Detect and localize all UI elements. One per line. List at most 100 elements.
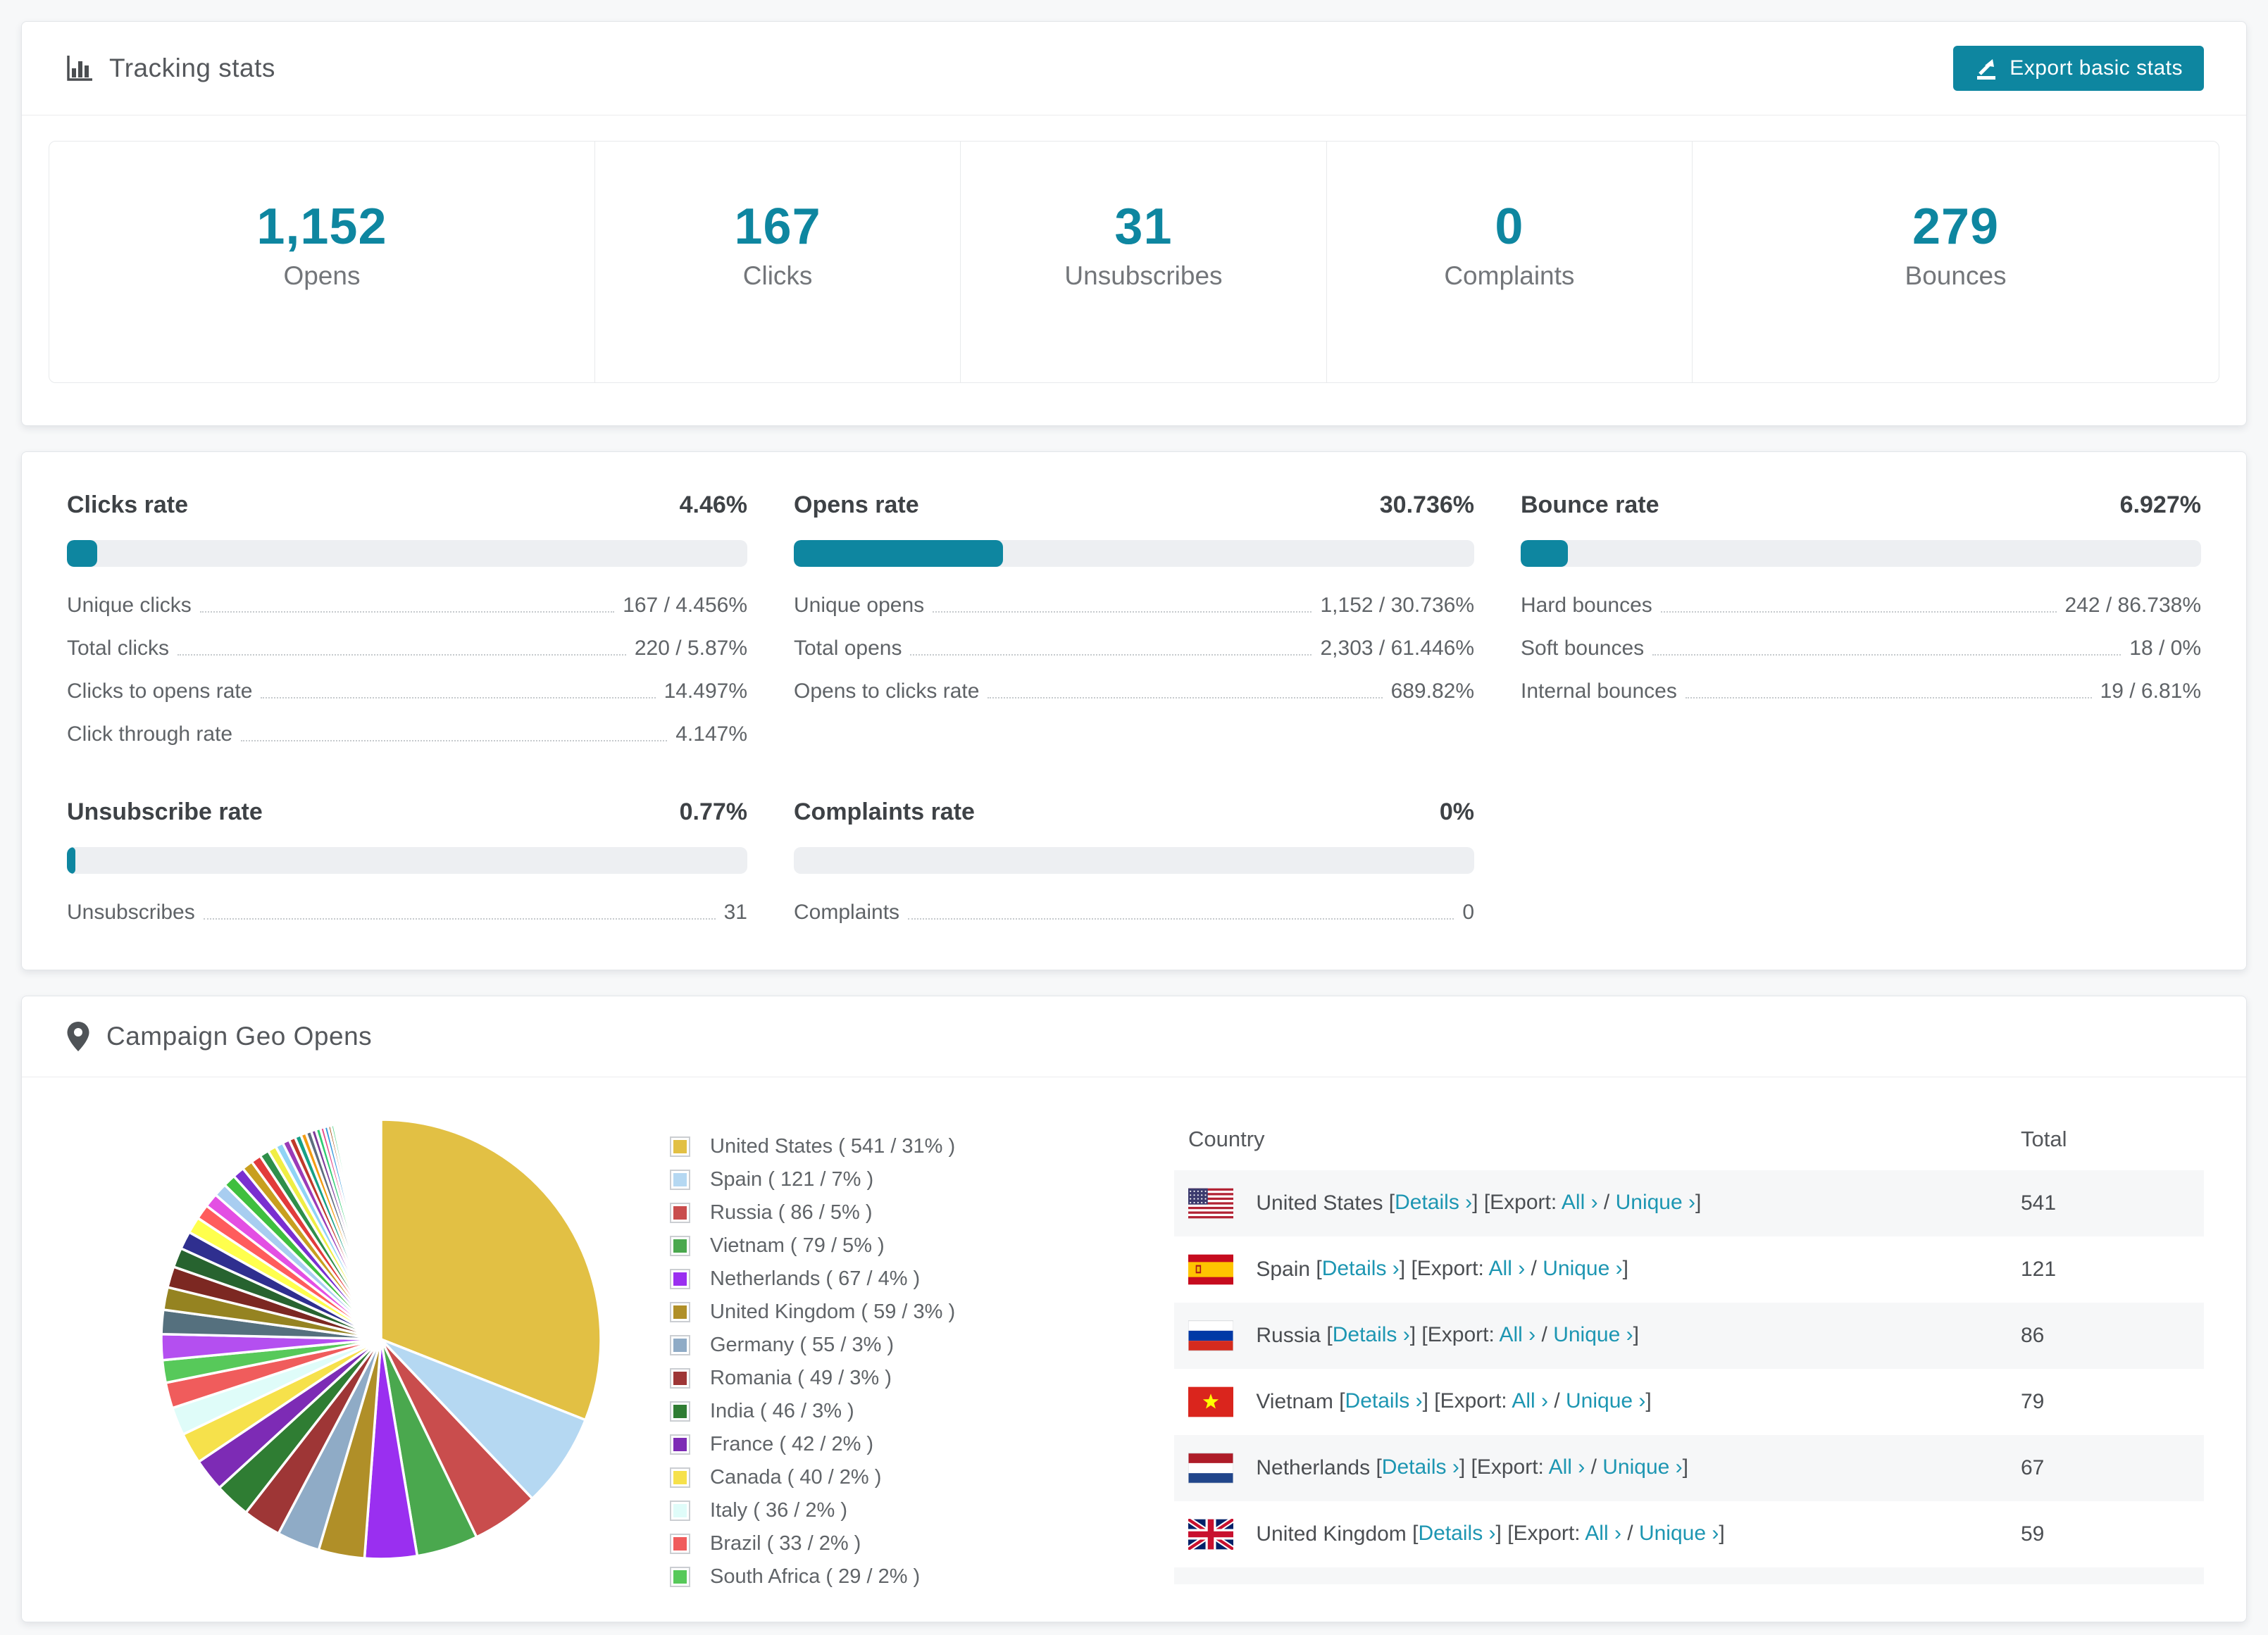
country-name: Spain [1256, 1258, 1311, 1281]
rate-row-value: 14.497% [663, 679, 747, 703]
rate-progress-track [794, 847, 1474, 874]
legend-item-de: Germany ( 55 / 3% ) [670, 1334, 1174, 1357]
country-total: 79 [2021, 1390, 2045, 1413]
legend-label: Russia ( 86 / 5% ) [710, 1201, 873, 1224]
summary-stat-value: 1,152 [256, 199, 387, 255]
rate-value: 0.77% [679, 798, 747, 825]
details-link[interactable]: Details › [1382, 1455, 1459, 1479]
rate-row-value: 242 / 86.738% [2064, 594, 2202, 617]
legend-item-vn: Vietnam ( 79 / 5% ) [670, 1234, 1174, 1258]
details-link[interactable]: Details › [1419, 1522, 1496, 1545]
summary-stat-label: Unsubscribes [1064, 261, 1223, 290]
flag-nl-icon [1188, 1453, 1234, 1484]
rate-value: 6.927% [2119, 491, 2201, 518]
rate-row-value: 19 / 6.81% [2100, 679, 2201, 703]
rate-row: Hard bounces 242 / 86.738% [1521, 594, 2201, 618]
legend-swatch [670, 1269, 690, 1289]
rate-row-label: Clicks to opens rate [67, 679, 253, 703]
geo-table-header-row: Country Total [1174, 1108, 2204, 1170]
legend-label: Romania ( 49 / 3% ) [710, 1367, 892, 1389]
rate-row-value: 0 [1462, 901, 1474, 924]
rate-value: 0% [1439, 798, 1474, 825]
details-link[interactable]: Details › [1345, 1389, 1423, 1412]
rate-row-value: 18 / 0% [2129, 637, 2201, 660]
export-unique-link[interactable]: Unique › [1616, 1191, 1695, 1214]
legend-item-fr: France ( 42 / 2% ) [670, 1433, 1174, 1456]
rate-section-clicks-rate: Clicks rate 4.46% Unique clicks 167 / 4.… [67, 491, 747, 746]
legend-swatch [670, 1368, 690, 1389]
geo-table-row-de: Germany [Details ›] [Export: All › / Uni… [1174, 1567, 2204, 1584]
rate-section-unsubscribe-rate: Unsubscribe rate 0.77% Unsubscribes 31 [67, 798, 747, 925]
rates-grid: Clicks rate 4.46% Unique clicks 167 / 4.… [67, 491, 2201, 925]
export-all-link[interactable]: All › [1500, 1323, 1536, 1346]
legend-swatch [670, 1170, 690, 1190]
export-all-link[interactable]: All › [1549, 1455, 1585, 1479]
rate-row-value: 1,152 / 30.736% [1320, 594, 1474, 617]
summary-stat-value: 31 [1114, 199, 1173, 255]
flag-ru-icon [1188, 1320, 1234, 1351]
legend-swatch [670, 1434, 690, 1455]
dotted-leader [933, 611, 1312, 613]
legend-label: Vietnam ( 79 / 5% ) [710, 1234, 885, 1257]
export-all-link[interactable]: All › [1585, 1522, 1621, 1545]
rate-progress-track [794, 540, 1474, 567]
legend-swatch [670, 1501, 690, 1521]
geo-table-container: Country Total United States [Details ›] … [1174, 1108, 2204, 1584]
export-unique-link[interactable]: Unique › [1553, 1323, 1633, 1346]
legend-label: United States ( 541 / 31% ) [710, 1135, 956, 1158]
details-link[interactable]: Details › [1322, 1257, 1400, 1280]
export-all-link[interactable]: All › [1489, 1257, 1526, 1280]
geo-table-row-us: United States [Details ›] [Export: All ›… [1174, 1170, 2204, 1236]
dotted-leader [908, 918, 1454, 920]
dotted-leader [177, 654, 626, 656]
rate-row-label: Unique opens [794, 594, 925, 617]
dotted-leader [199, 611, 615, 613]
geo-legend: United States ( 541 / 31% ) Spain ( 121 … [670, 1135, 1174, 1598]
rate-row: Click through rate 4.147% [67, 722, 747, 746]
geo-table-header-country: Country [1188, 1127, 1265, 1151]
country-total: 55 [2007, 1567, 2204, 1584]
legend-item-nl: Netherlands ( 67 / 4% ) [670, 1267, 1174, 1291]
summary-stat-unsubscribes: 31 Unsubscribes [960, 142, 1326, 382]
legend-label: Brazil ( 33 / 2% ) [710, 1532, 861, 1555]
geo-table-header-total: Total [2021, 1127, 2067, 1151]
dotted-leader [1652, 654, 2121, 656]
export-all-link[interactable]: All › [1512, 1389, 1548, 1412]
rate-section-bounce-rate: Bounce rate 6.927% Hard bounces 242 / 86… [1521, 491, 2201, 746]
details-link[interactable]: Details › [1395, 1191, 1472, 1214]
legend-label: Italy ( 36 / 2% ) [710, 1499, 848, 1522]
summary-stat-label: Complaints [1444, 261, 1575, 290]
rate-progress-fill [1521, 540, 1568, 567]
geo-table-row-gb: United Kingdom [Details ›] [Export: All … [1174, 1501, 2204, 1567]
country-name: Vietnam [1256, 1390, 1333, 1413]
country-name: United Kingdom [1256, 1522, 1407, 1546]
export-all-link[interactable]: All › [1562, 1191, 1598, 1214]
geo-table-row-es: Spain [Details ›] [Export: All › / Uniqu… [1174, 1236, 2204, 1303]
export-basic-stats-button[interactable]: Export basic stats [1953, 46, 2204, 91]
rate-value: 30.736% [1379, 491, 1474, 518]
export-unique-link[interactable]: Unique › [1566, 1389, 1645, 1412]
country-total: 67 [2021, 1456, 2045, 1479]
details-link[interactable]: Details › [1333, 1323, 1410, 1346]
export-unique-link[interactable]: Unique › [1543, 1257, 1622, 1280]
legend-item-in: India ( 46 / 3% ) [670, 1400, 1174, 1423]
tracking-stats-header: Tracking stats Export basic stats [22, 22, 2246, 115]
rate-row-label: Hard bounces [1521, 594, 1652, 617]
country-name: Netherlands [1256, 1456, 1371, 1479]
rate-section-opens-rate: Opens rate 30.736% Unique opens 1,152 / … [794, 491, 1474, 746]
bar-chart-icon [64, 53, 95, 84]
export-button-label: Export basic stats [2010, 56, 2183, 80]
legend-label: India ( 46 / 3% ) [710, 1400, 854, 1422]
legend-item-it: Italy ( 36 / 2% ) [670, 1499, 1174, 1522]
flag-gb-icon [1186, 1517, 1235, 1552]
export-unique-link[interactable]: Unique › [1639, 1522, 1719, 1545]
export-unique-link[interactable]: Unique › [1602, 1455, 1682, 1479]
rate-row: Unsubscribes 31 [67, 901, 747, 925]
rate-row: Total opens 2,303 / 61.446% [794, 637, 1474, 660]
legend-swatch [670, 1534, 690, 1554]
geo-table-row-ru: Russia [Details ›] [Export: All › / Uniq… [1174, 1303, 2204, 1369]
rate-row: Clicks to opens rate 14.497% [67, 679, 747, 703]
rate-progress-track [67, 847, 747, 874]
rate-row-value: 167 / 4.456% [623, 594, 747, 617]
rate-row-label: Complaints [794, 901, 900, 924]
